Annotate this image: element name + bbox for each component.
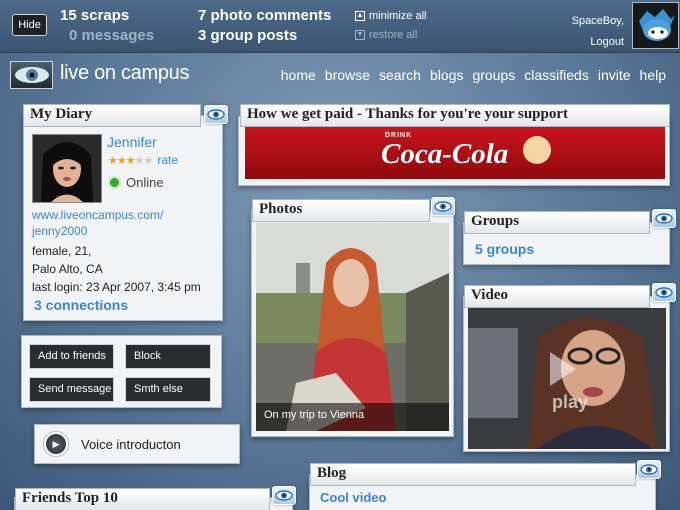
restore-all-button[interactable]: ▼ restore all bbox=[355, 29, 417, 41]
messages-link[interactable]: 0 messages bbox=[69, 27, 154, 44]
eye-icon[interactable] bbox=[637, 460, 661, 479]
nav-home[interactable]: home bbox=[281, 67, 316, 83]
profile-url-line1: www.liveoncampus.com/ bbox=[32, 208, 164, 222]
nav-browse[interactable]: browse bbox=[325, 67, 370, 83]
profile-photo[interactable] bbox=[32, 134, 102, 203]
eye-icon[interactable] bbox=[652, 283, 676, 302]
connections-link[interactable]: 3 connections bbox=[34, 297, 128, 313]
minimize-all-button[interactable]: ▲ minimize all bbox=[355, 10, 426, 22]
my-diary-panel: Jennifer ★★★★★ rate Online www.liveoncam… bbox=[23, 115, 223, 321]
profile-info: female, 21, Palo Alto, CA last login: 23… bbox=[32, 242, 201, 296]
banner-brand-text: Coca-Cola bbox=[381, 138, 509, 170]
eye-icon[interactable] bbox=[431, 197, 455, 216]
hide-button[interactable]: Hide bbox=[12, 14, 47, 36]
rate-link[interactable]: rate bbox=[157, 153, 178, 167]
online-status: Online bbox=[108, 175, 164, 190]
profile-name[interactable]: Jennifer bbox=[107, 134, 157, 150]
smth-else-button[interactable]: Smth else bbox=[125, 377, 211, 402]
voice-intro-panel[interactable]: ▶ Voice introducton bbox=[34, 424, 240, 464]
logout-link[interactable]: Logout bbox=[572, 32, 624, 52]
nav-help[interactable]: help bbox=[640, 67, 666, 83]
bottle-icon bbox=[523, 136, 551, 164]
video-play-icon[interactable] bbox=[550, 352, 576, 386]
friends-top-title: Friends Top 10 bbox=[15, 488, 270, 510]
group-posts-link[interactable]: 3 group posts bbox=[198, 27, 297, 44]
user-block: SpaceBoy, Logout bbox=[572, 11, 624, 52]
add-to-friends-button[interactable]: Add to friends bbox=[29, 344, 114, 369]
eye-icon[interactable] bbox=[204, 105, 228, 124]
blog-title: Blog bbox=[310, 463, 636, 486]
profile-location: Palo Alto, CA bbox=[32, 262, 103, 276]
play-icon[interactable]: ▶ bbox=[44, 432, 68, 456]
coca-cola-banner[interactable]: DRINK Coca-Cola bbox=[245, 127, 665, 179]
rating-stars[interactable]: ★★★★★ bbox=[108, 154, 153, 167]
main-nav: home browse search blogs groups classifi… bbox=[281, 67, 666, 83]
eye-logo-icon[interactable] bbox=[10, 61, 53, 89]
profile-url[interactable]: www.liveoncampus.com/ jenny2000 bbox=[32, 207, 163, 239]
eye-icon[interactable] bbox=[652, 209, 676, 228]
nav-invite[interactable]: invite bbox=[598, 67, 631, 83]
rating-row: ★★★★★ rate bbox=[108, 153, 178, 167]
top-bar: Hide 15 scraps 0 messages 7 photo commen… bbox=[0, 0, 680, 53]
nav-groups[interactable]: groups bbox=[472, 67, 515, 83]
restore-icon: ▼ bbox=[355, 30, 365, 40]
nav-search[interactable]: search bbox=[379, 67, 421, 83]
video-thumbnail[interactable]: play bbox=[468, 308, 666, 449]
nav-classifieds[interactable]: classifieds bbox=[524, 67, 589, 83]
user-avatar[interactable] bbox=[632, 2, 679, 49]
restore-all-label: restore all bbox=[369, 29, 418, 41]
profile-url-line2: jenny2000 bbox=[32, 224, 88, 238]
online-label: Online bbox=[126, 175, 164, 190]
profile-last-login: last login: 23 Apr 2007, 3:45 pm bbox=[32, 280, 201, 294]
video-panel: play bbox=[463, 296, 670, 452]
video-play-label: play bbox=[552, 392, 589, 412]
scraps-link[interactable]: 15 scraps bbox=[60, 7, 129, 24]
nav-blogs[interactable]: blogs bbox=[430, 67, 463, 83]
profile-gender-age: female, 21, bbox=[32, 244, 92, 258]
eye-icon[interactable] bbox=[272, 486, 296, 505]
photos-title: Photos bbox=[252, 199, 430, 222]
video-title: Video bbox=[464, 285, 650, 308]
minimize-icon: ▲ bbox=[355, 11, 365, 21]
groups-title: Groups bbox=[464, 211, 650, 234]
block-button[interactable]: Block bbox=[125, 344, 211, 369]
photos-panel: On my trip to Vienna bbox=[251, 210, 454, 437]
minimize-all-label: minimize all bbox=[369, 10, 427, 22]
brand-name[interactable]: live on campus bbox=[60, 62, 190, 85]
online-icon bbox=[108, 176, 121, 189]
photo-image[interactable]: On my trip to Vienna bbox=[256, 223, 449, 431]
send-message-button[interactable]: Send message bbox=[29, 377, 114, 402]
voice-intro-label: Voice introducton bbox=[81, 436, 181, 452]
username: SpaceBoy, bbox=[571, 15, 624, 27]
blog-post-title[interactable]: Cool video bbox=[320, 490, 386, 505]
photo-caption: On my trip to Vienna bbox=[256, 403, 449, 431]
photo-comments-link[interactable]: 7 photo comments bbox=[198, 7, 331, 24]
my-diary-title: My Diary bbox=[23, 104, 201, 127]
ad-title: How we get paid - Thanks for you're your… bbox=[240, 104, 670, 127]
groups-count-link[interactable]: 5 groups bbox=[475, 241, 534, 257]
